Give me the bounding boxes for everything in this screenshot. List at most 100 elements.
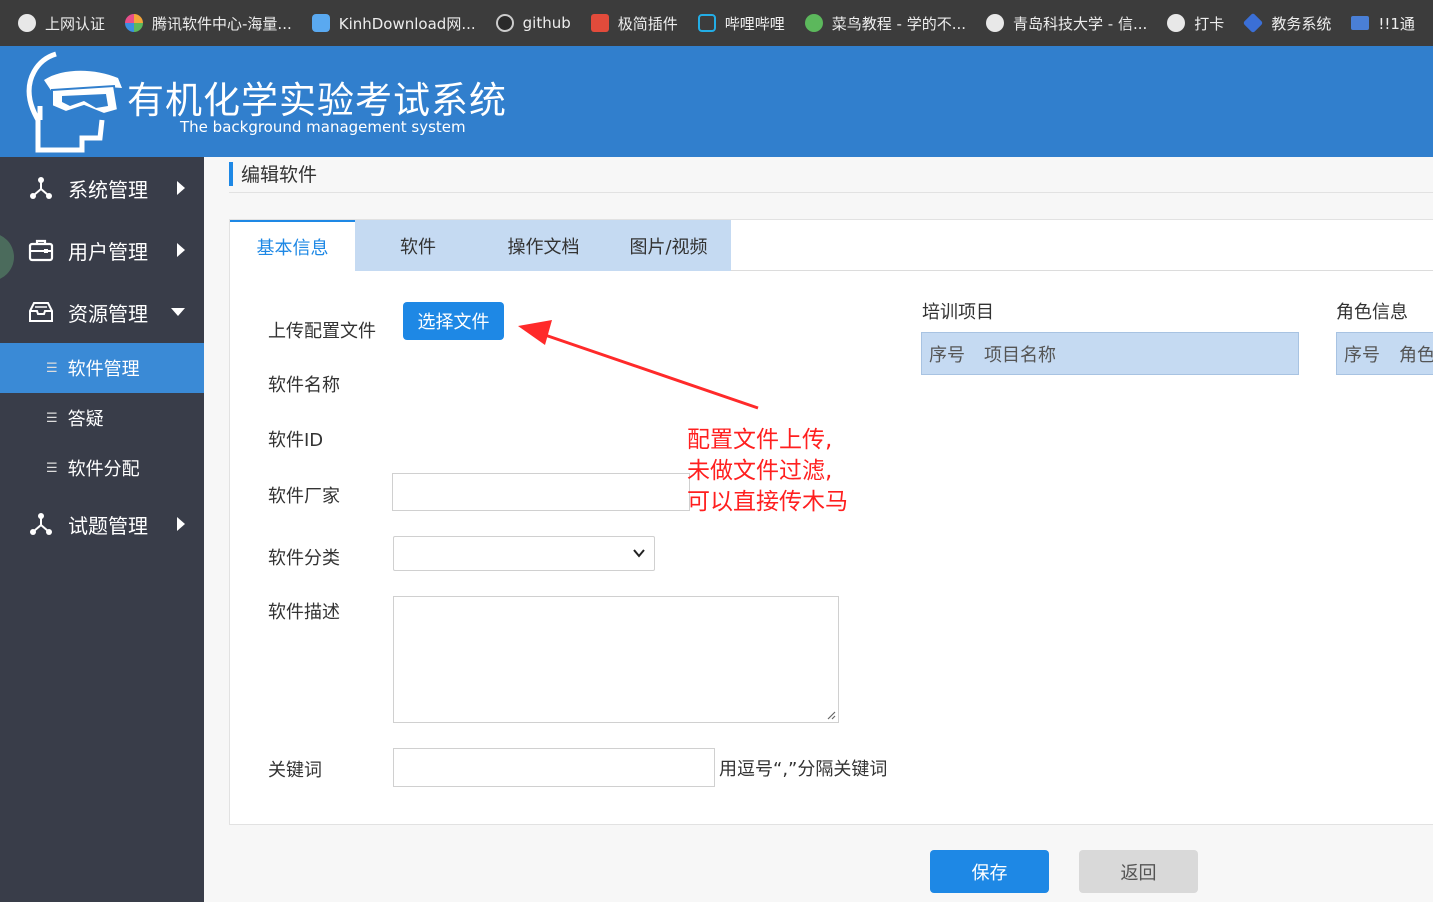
training-table-header: 序号 项目名称 <box>921 332 1299 375</box>
sidebar-subitem-assign[interactable]: ☰ 软件分配 <box>0 443 204 493</box>
roles-label: 角色信息 <box>1336 302 1408 323</box>
description-label: 软件描述 <box>268 602 340 623</box>
keyword-hint: 用逗号“,”分隔关键词 <box>719 759 888 780</box>
tab-media[interactable]: 图片/视频 <box>606 220 731 271</box>
resize-grip-icon[interactable] <box>826 710 836 720</box>
code-icon <box>804 14 823 32</box>
bookmark-label: 青岛科技大学 - 信... <box>1013 14 1148 33</box>
bookmark-item[interactable]: !!1通 <box>1351 13 1415 34</box>
bookmark-item[interactable]: 教务系统 <box>1243 12 1332 34</box>
caret-right-icon <box>177 181 185 195</box>
bookmark-label: github <box>522 14 571 32</box>
card-icon <box>1351 16 1370 30</box>
inbox-icon <box>28 299 54 325</box>
globe-icon <box>18 14 36 32</box>
software-id-label: 软件ID <box>268 430 324 451</box>
cloud-icon <box>311 14 330 32</box>
bookmark-item[interactable]: KinhDownload网... <box>311 13 476 34</box>
vendor-label: 软件厂家 <box>268 486 340 507</box>
bookmark-label: KinhDownload网... <box>338 14 476 33</box>
annotation-line: 可以直接传木马 <box>687 489 848 515</box>
bookmarks-bar: 上网认证 腾讯软件中心-海量... KinhDownload网... githu… <box>0 0 1433 46</box>
caret-down-icon <box>171 308 185 316</box>
tab-basic-info[interactable]: 基本信息 <box>230 220 355 272</box>
list-icon: ☰ <box>46 360 58 376</box>
tab-software[interactable]: 软件 <box>355 220 481 271</box>
briefcase-icon <box>28 237 54 263</box>
bookmark-item[interactable]: 哔哩哔哩 <box>697 13 785 34</box>
tab-bar: 基本信息 软件 操作文档 图片/视频 <box>230 220 1433 272</box>
page-heading: 编辑软件 <box>229 160 1433 193</box>
network-icon <box>28 511 54 537</box>
chevron-down-icon <box>633 549 645 558</box>
bookmark-label: 上网认证 <box>45 14 106 33</box>
vr-headset-logo-icon <box>26 51 122 153</box>
annotation-line: 未做文件过滤, <box>687 458 833 484</box>
bookmark-label: 腾讯软件中心-海量... <box>152 14 292 33</box>
bookmark-label: 哔哩哔哩 <box>724 14 785 33</box>
annotation-text: 配置文件上传, 未做文件过滤, 可以直接传木马 <box>687 425 848 518</box>
page-title: 编辑软件 <box>241 164 318 186</box>
bookmark-item[interactable]: 打卡 <box>1167 13 1224 34</box>
annotation-line: 配置文件上传, <box>687 427 833 453</box>
globe-icon <box>986 14 1005 32</box>
sidebar-item-label: 用户管理 <box>68 239 148 264</box>
vendor-input[interactable] <box>392 473 690 511</box>
tab-docs[interactable]: 操作文档 <box>481 220 606 271</box>
system-title: 有机化学实验考试系统 <box>127 79 507 122</box>
heading-accent-bar <box>229 162 233 186</box>
bookmark-label: 教务系统 <box>1271 14 1332 33</box>
upload-label: 上传配置文件 <box>268 321 376 342</box>
sidebar-subitem-software[interactable]: ☰ 软件管理 <box>0 343 204 393</box>
bookmark-item[interactable]: 菜鸟教程 - 学的不... <box>804 13 967 34</box>
bookmark-item[interactable]: 极简插件 <box>590 13 678 34</box>
list-icon: ☰ <box>46 410 58 426</box>
caret-right-icon <box>177 243 185 257</box>
sidebar-item-system[interactable]: 系统管理 <box>0 157 204 219</box>
keyword-label: 关键词 <box>268 760 322 781</box>
choose-file-button[interactable]: 选择文件 <box>403 302 504 340</box>
training-label: 培训项目 <box>922 302 994 323</box>
sidebar-item-questions[interactable]: 试题管理 <box>0 493 204 555</box>
sidebar-item-label: 系统管理 <box>68 177 148 202</box>
network-icon <box>28 175 54 201</box>
bookmark-item[interactable]: 腾讯软件中心-海量... <box>125 13 292 34</box>
bookmark-label: 打卡 <box>1194 14 1225 33</box>
bookmark-label: !!1通 <box>1378 14 1415 33</box>
sidebar: 系统管理 用户管理 资源管理 ☰ 软件管理 ☰ 答疑 ☰ 软件分配 试题管理 <box>0 157 204 902</box>
sidebar-subitem-label: 软件分配 <box>67 459 140 480</box>
bookmark-label: 极简插件 <box>617 14 678 33</box>
category-label: 软件分类 <box>268 548 340 569</box>
column-header: 序号 <box>929 344 965 366</box>
globe-icon <box>1167 14 1186 32</box>
bookmark-item[interactable]: github <box>495 14 571 32</box>
column-header: 序号 <box>1344 344 1380 366</box>
back-button[interactable]: 返回 <box>1079 850 1198 893</box>
column-header: 角色 <box>1399 344 1433 366</box>
edit-panel: 基本信息 软件 操作文档 图片/视频 上传配置文件 选择文件 软件名称 软件ID… <box>229 219 1433 825</box>
sidebar-subitem-label: 软件管理 <box>67 359 140 380</box>
bookmark-item[interactable]: 上网认证 <box>18 13 105 34</box>
tv-icon <box>697 14 716 32</box>
sidebar-subitem-qa[interactable]: ☰ 答疑 <box>0 393 204 443</box>
roles-table-header: 序号 角色 <box>1336 332 1433 375</box>
cube-icon <box>1243 12 1264 34</box>
sidebar-subitem-label: 答疑 <box>67 409 104 430</box>
system-subtitle: The background management system <box>180 118 466 136</box>
save-button[interactable]: 保存 <box>930 850 1049 893</box>
bookmark-item[interactable]: 青岛科技大学 - 信... <box>986 13 1147 34</box>
description-textarea[interactable] <box>393 596 839 723</box>
sidebar-item-label: 资源管理 <box>68 301 148 326</box>
sidebar-item-users[interactable]: 用户管理 <box>0 219 204 281</box>
sidebar-item-resources[interactable]: 资源管理 <box>0 281 204 343</box>
app-header: 有机化学实验考试系统 The background management sys… <box>0 46 1433 157</box>
sidebar-item-label: 试题管理 <box>68 513 148 538</box>
column-header: 项目名称 <box>984 344 1056 366</box>
github-icon <box>495 14 514 32</box>
keyword-input[interactable] <box>393 748 715 787</box>
list-icon: ☰ <box>46 460 58 476</box>
tencent-icon <box>125 14 144 32</box>
house-icon <box>590 14 609 32</box>
bookmark-label: 菜鸟教程 - 学的不... <box>831 14 967 33</box>
category-select[interactable] <box>393 536 655 571</box>
